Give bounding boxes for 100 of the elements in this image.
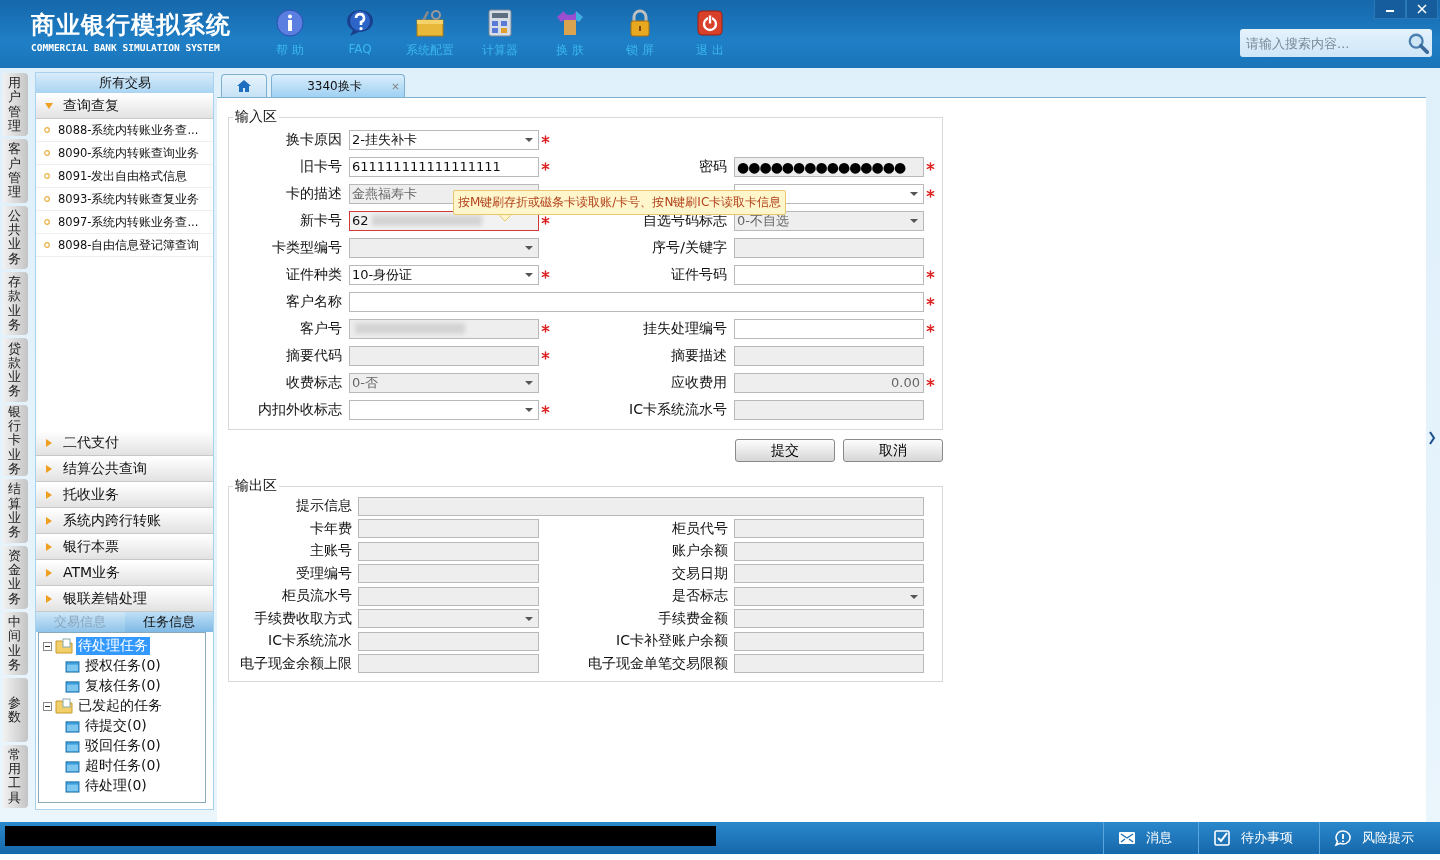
- field-label: 内扣外收标志: [257, 400, 343, 419]
- folder-icon: [65, 739, 80, 753]
- side-tab[interactable]: 银行卡业务: [3, 404, 28, 477]
- field-label: IC卡系统流水号: [628, 400, 728, 419]
- field-label: 柜员代号: [671, 519, 729, 538]
- caret-down-icon: [45, 102, 53, 110]
- menu-item[interactable]: 8088-系统内转账业务查...: [58, 122, 199, 138]
- tooltip: 按M键刷存折或磁条卡读取账/卡号、按N键刷IC卡读取卡信息: [453, 190, 787, 215]
- envelope-icon: [1118, 829, 1136, 847]
- input-field[interactable]: 611111111111111111: [349, 156, 539, 177]
- speech-bubble-icon: [1334, 829, 1352, 847]
- field-label: 摘要代码: [285, 346, 343, 365]
- side-tab[interactable]: 结算业务: [3, 479, 28, 543]
- dropdown-arrow-icon: [910, 594, 918, 599]
- input-field[interactable]: [734, 264, 924, 285]
- field-label: 收费标志: [285, 373, 343, 392]
- select-field[interactable]: 2-挂失补卡: [349, 129, 539, 150]
- bullet-icon: [44, 219, 50, 225]
- side-tab[interactable]: 常用工具: [3, 744, 28, 809]
- toolbox-icon[interactable]: [415, 8, 445, 38]
- status-button[interactable]: 消息: [1103, 822, 1198, 854]
- select-field[interactable]: [349, 399, 539, 420]
- field-label: 手续费金额: [657, 609, 729, 628]
- folder-icon: [55, 638, 73, 654]
- side-tab[interactable]: 参数: [3, 678, 28, 742]
- calculator-icon[interactable]: [485, 8, 515, 38]
- dropdown-arrow-icon: [525, 380, 533, 385]
- info-icon[interactable]: [275, 8, 305, 38]
- menu-item[interactable]: 8098-自由信息登记簿查询: [58, 237, 200, 253]
- tree-item[interactable]: 授权任务(0): [83, 657, 163, 675]
- field-label: 密码: [698, 157, 728, 176]
- menu-item[interactable]: 8093-系统内转账查复业务: [58, 191, 200, 207]
- question-icon[interactable]: [345, 8, 375, 38]
- side-tab[interactable]: 用户管理: [3, 73, 28, 137]
- tooltip-pointer-icon: [499, 215, 511, 222]
- field-label: 卡年费: [309, 519, 353, 538]
- folder-icon: [55, 698, 73, 714]
- minimize-button[interactable]: [1374, 0, 1406, 19]
- accordion-header[interactable]: 查询查复: [36, 93, 213, 119]
- search-icon[interactable]: [1407, 32, 1429, 54]
- tree-item[interactable]: 复核任务(0): [83, 677, 163, 695]
- field-label: 主账号: [309, 542, 353, 561]
- folder-icon: [65, 659, 80, 673]
- side-tab[interactable]: 中间业务: [3, 612, 28, 676]
- select-field[interactable]: 10-身份证: [349, 264, 539, 285]
- search-field[interactable]: 请输入搜索内容...: [1244, 34, 1407, 52]
- close-icon[interactable]: [391, 82, 399, 90]
- section-title: 输出区: [234, 477, 278, 495]
- close-button[interactable]: [1406, 0, 1438, 19]
- bullet-icon: [44, 173, 50, 179]
- dropdown-arrow-icon: [525, 272, 533, 277]
- field-label: 卡类型编号: [271, 238, 343, 257]
- page-tab[interactable]: 3340换卡: [271, 74, 405, 97]
- tree-item[interactable]: 驳回任务(0): [83, 737, 163, 755]
- field-label: IC卡系统流水: [267, 632, 353, 651]
- tree-item[interactable]: 超时任务(0): [83, 757, 163, 775]
- power-icon[interactable]: [695, 8, 725, 38]
- home-tab[interactable]: [221, 74, 267, 97]
- input-field[interactable]: [349, 291, 924, 312]
- field-label: 序号/关键字: [651, 238, 728, 257]
- folder-icon: [65, 719, 80, 733]
- field-label: 账户余额: [671, 542, 729, 561]
- menu-item[interactable]: 8091-发出自由格式信息: [58, 168, 188, 184]
- tree-item[interactable]: 已发起的任务: [76, 697, 164, 715]
- field-label: 客户号: [299, 319, 343, 338]
- menu-item[interactable]: 8097-系统内转账业务查...: [58, 214, 199, 230]
- menu-item[interactable]: 8090-系统内转账查询业务: [58, 145, 200, 161]
- side-tab[interactable]: 资金业务: [3, 545, 28, 609]
- shirt-icon[interactable]: [555, 8, 585, 38]
- input-field[interactable]: [734, 318, 924, 339]
- field-label: 证件种类: [285, 265, 343, 284]
- dropdown-arrow-icon: [525, 407, 533, 412]
- form-button[interactable]: 提交: [735, 439, 835, 462]
- close-icon: [1417, 4, 1427, 14]
- status-button[interactable]: 待办事项: [1198, 822, 1319, 854]
- tree-item[interactable]: 待提交(0): [83, 717, 149, 735]
- collapse-icon[interactable]: [43, 641, 52, 651]
- caret-right-icon: [45, 543, 53, 551]
- side-tab[interactable]: 贷款业务: [3, 338, 28, 402]
- tree-item[interactable]: 待处理(0): [83, 777, 149, 795]
- app-title: 商业银行模拟系统: [31, 10, 232, 40]
- caret-right-icon: [45, 595, 53, 603]
- field-label: 电子现金余额上限: [239, 654, 353, 673]
- status-button[interactable]: 风险提示: [1319, 822, 1440, 854]
- field-label: 是否标志: [671, 587, 729, 606]
- field-label: 摘要描述: [670, 346, 728, 365]
- form-button[interactable]: 取消: [843, 439, 943, 462]
- dropdown-arrow-icon: [525, 617, 533, 622]
- app-subtitle: COMMERCIAL BANK SIMULATION SYSTEM: [31, 42, 221, 53]
- panel-tab[interactable]: 任务信息: [124, 612, 213, 632]
- field-label: 应收费用: [670, 373, 728, 392]
- search-box[interactable]: 请输入搜索内容...: [1240, 29, 1432, 57]
- collapse-icon[interactable]: [43, 701, 52, 711]
- dropdown-arrow-icon: [910, 191, 918, 196]
- side-tab[interactable]: 客户管理: [3, 139, 28, 203]
- panel-title: 所有交易: [36, 73, 213, 93]
- field-label: 手续费收取方式: [253, 609, 353, 628]
- side-tab[interactable]: 存款业务: [3, 272, 28, 336]
- checkbox-icon: [1213, 829, 1231, 847]
- side-tab[interactable]: 公共业务: [3, 205, 28, 270]
